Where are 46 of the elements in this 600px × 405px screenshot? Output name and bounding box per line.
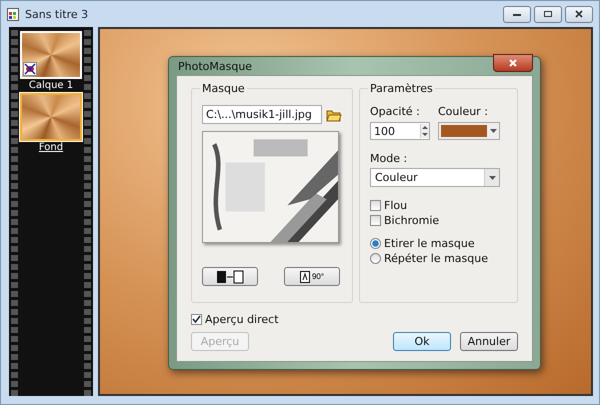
color-label: Couleur : (438, 105, 489, 118)
rotate-icon (300, 270, 310, 282)
close-icon (508, 59, 518, 67)
rotate-button[interactable]: 90° (284, 267, 340, 286)
folder-icon[interactable] (326, 108, 342, 122)
checkbox[interactable] (370, 200, 381, 211)
checkbox[interactable] (191, 314, 202, 325)
radio-label: Etirer le masque (384, 237, 475, 250)
spin-up-icon[interactable] (421, 124, 429, 131)
window-title: Sans titre 3 (25, 8, 90, 20)
close-icon (574, 10, 584, 18)
checkbox-label: Aperçu direct (205, 313, 279, 326)
swap-pages-icon (215, 270, 245, 284)
checkbox[interactable] (370, 215, 381, 226)
radio-label: Répéter le masque (384, 252, 488, 265)
mode-label: Mode : (370, 152, 408, 165)
layer-name: Fond (38, 142, 64, 153)
group-title: Paramètres (368, 82, 435, 95)
layer-name: Calque 1 (28, 80, 74, 91)
color-picker[interactable] (438, 122, 500, 140)
opacity-label: Opacité : (370, 105, 421, 118)
minimize-button[interactable] (503, 6, 531, 22)
radio-button[interactable] (370, 238, 381, 249)
maximize-button[interactable] (534, 6, 562, 22)
dropdown-arrow-icon (490, 129, 497, 133)
minimize-icon (512, 11, 522, 17)
checkbox-label: Bichromie (384, 214, 440, 227)
group-title: Masque (200, 82, 247, 95)
spin-down-icon[interactable] (421, 131, 429, 138)
dialog-title: PhotoMasque (178, 60, 252, 72)
close-button[interactable] (565, 6, 593, 22)
document-icon (7, 8, 19, 20)
file-field[interactable]: C:\...\musik1-jill.jpg (202, 105, 322, 124)
maximize-icon (543, 10, 553, 18)
invert-button[interactable] (202, 267, 258, 286)
opacity-spinbox[interactable]: 100 (370, 122, 430, 140)
dialog-button[interactable]: Annuler (460, 332, 518, 351)
checkbox-label: Flou (384, 199, 408, 212)
close-button[interactable] (493, 54, 533, 72)
dialog-button[interactable]: Ok (393, 332, 451, 351)
radio-button[interactable] (370, 253, 381, 264)
checkmark-icon (192, 315, 201, 324)
mode-dropdown[interactable]: Couleur (370, 168, 500, 187)
dropdown-arrow-icon (488, 176, 496, 180)
layer-thumbnail[interactable] (20, 93, 82, 141)
rotate-angle-label: 90° (312, 272, 324, 280)
